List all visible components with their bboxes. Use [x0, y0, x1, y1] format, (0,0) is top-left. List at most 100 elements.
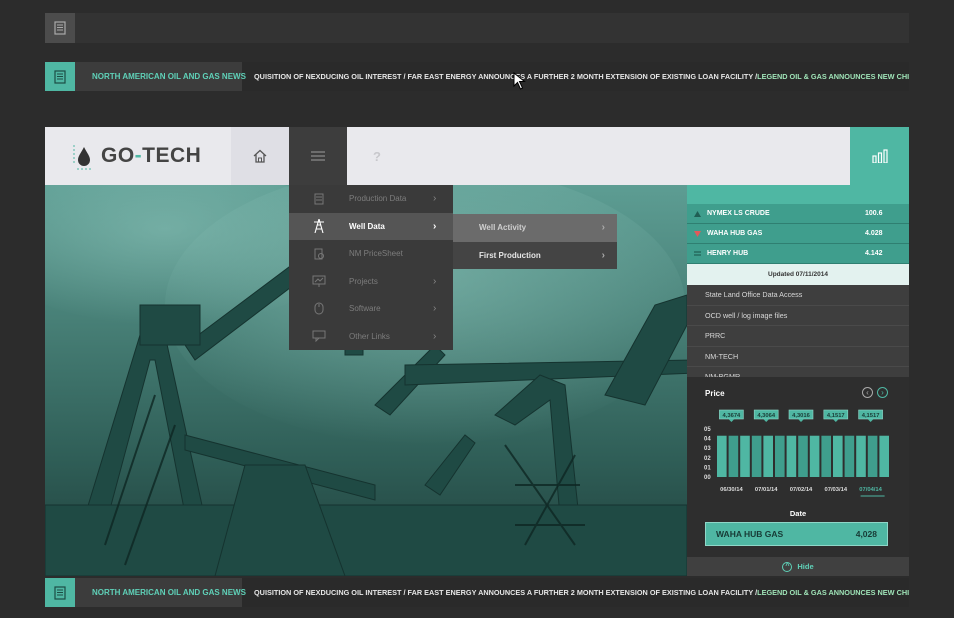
- x-tick-label: 07/03/14: [825, 487, 848, 493]
- x-tick-label: 07/02/14: [790, 487, 813, 493]
- link-ocd-well-log[interactable]: OCD well / log image files: [687, 305, 909, 326]
- price-chart-title: Price: [705, 389, 725, 398]
- data-label: 4,1517: [862, 413, 880, 419]
- help-button[interactable]: ?: [348, 127, 406, 185]
- data-label-pointer: [728, 419, 735, 422]
- ticker-text-white[interactable]: QUISITION OF NEXDUCING OIL INTEREST / FA…: [254, 588, 757, 597]
- home-button[interactable]: [231, 127, 289, 185]
- bar-chart-icon: [871, 149, 888, 163]
- newspaper-icon: [54, 585, 66, 600]
- price-bar: [740, 435, 750, 477]
- chart-toggle-button[interactable]: [850, 127, 909, 190]
- chevron-right-icon: ›: [881, 388, 884, 397]
- price-list: NYMEX LS CRUDE 100.6 WAHA HUB GAS 4.028 …: [687, 204, 909, 388]
- link-nm-tech[interactable]: NM-TECH: [687, 346, 909, 367]
- news-ticker-bottom: NORTH AMERICAN OIL AND GAS NEWS QUISITIO…: [45, 578, 909, 607]
- site-logo[interactable]: GO-TECH: [71, 141, 201, 171]
- link-prrc[interactable]: PRRC: [687, 326, 909, 347]
- submenu-item-well-activity[interactable]: Well Activity ›: [453, 214, 617, 242]
- chart-xaxis-label: Date: [789, 509, 807, 518]
- ticker-text[interactable]: QUISITION OF NEXDUCING OIL INTEREST / FA…: [242, 62, 909, 91]
- well-data-submenu: Well Activity › First Production ›: [453, 214, 617, 269]
- menu-item-software[interactable]: Software ›: [289, 295, 453, 323]
- price-row-waha: WAHA HUB GAS 4.028: [687, 224, 909, 244]
- link-state-land-office[interactable]: State Land Office Data Access: [687, 285, 909, 306]
- price-bar: [833, 435, 843, 477]
- sidebar-top-strip: [687, 185, 909, 204]
- newspaper-icon: [54, 69, 66, 84]
- ticker-text-green[interactable]: LEGEND OIL & GAS ANNOUNCES NEW CHIEF RES…: [757, 588, 909, 597]
- price-bar: [879, 435, 889, 477]
- pricesheet-icon: [314, 248, 324, 260]
- updated-timestamp: Updated 07/11/2014: [687, 264, 909, 285]
- price-name: WAHA HUB GAS: [707, 230, 763, 237]
- chevron-right-icon: ›: [433, 193, 437, 205]
- logo-word-1: GO: [101, 144, 135, 167]
- main-dropdown-menu: Production Data › Well Data › NM PriceSh…: [289, 185, 453, 350]
- menu-item-label: Production Data: [349, 194, 407, 204]
- y-tick-label: 04: [704, 437, 711, 443]
- price-name: NYMEX LS CRUDE: [707, 210, 770, 217]
- y-tick-label: 01: [704, 465, 711, 471]
- menu-item-label: Software: [349, 304, 381, 314]
- price-bar: [728, 435, 739, 477]
- y-tick-label: 05: [704, 427, 711, 433]
- submenu-item-label: First Production: [479, 250, 541, 260]
- price-bar: [763, 435, 773, 477]
- y-tick-label: 03: [704, 446, 711, 452]
- chevron-right-icon: ›: [601, 249, 605, 261]
- chevron-right-icon: ›: [433, 303, 437, 315]
- menu-item-label: NM PriceSheet: [349, 249, 403, 259]
- hide-button[interactable]: ^ Hide: [687, 557, 909, 576]
- menu-item-nm-pricesheet[interactable]: NM PriceSheet: [289, 240, 453, 268]
- price-bar: [867, 435, 878, 477]
- ticker-text-green[interactable]: LEGEND OIL & GAS ANNOUNCES NEW CHIEF RES…: [757, 72, 909, 81]
- price-bar: [775, 435, 785, 477]
- price-bar-chart: 05 04 03 02 01 00 4,3674 4,3064 4,3016 4,1517 4,15…: [704, 409, 889, 497]
- news-ticker-top: NORTH AMERICAN OIL AND GAS NEWS QUISITIO…: [45, 62, 909, 91]
- price-bar: [856, 435, 866, 477]
- data-label-pointer: [798, 419, 804, 422]
- oil-drop-icon: [73, 145, 91, 170]
- x-tick-label: 07/04/14: [859, 487, 882, 493]
- menu-item-label: Well Data: [349, 221, 385, 231]
- ticker-news-button[interactable]: [45, 62, 75, 91]
- newspaper-icon: [54, 21, 66, 35]
- site-header: GO-TECH ?: [45, 127, 909, 190]
- price-bar: [844, 435, 855, 477]
- submenu-item-first-production[interactable]: First Production ›: [453, 241, 617, 269]
- menu-button[interactable]: [289, 127, 347, 185]
- price-bar: [751, 435, 762, 477]
- price-bar: [809, 435, 820, 477]
- y-tick-label: 02: [704, 456, 711, 462]
- market-sidebar: NYMEX LS CRUDE 100.6 WAHA HUB GAS 4.028 …: [687, 185, 909, 576]
- data-label: 4,3064: [757, 413, 776, 419]
- menu-item-production-data[interactable]: Production Data ›: [289, 185, 453, 213]
- price-value: 4.142: [865, 250, 883, 257]
- menu-item-other-links[interactable]: Other Links ›: [289, 322, 453, 350]
- chevron-right-icon: ›: [433, 220, 437, 232]
- selected-series-box[interactable]: WAHA HUB GAS 4,028: [705, 522, 888, 546]
- price-chart-panel: Price ‹ › 05 04 03 02 01 00 4,3674 4,3064 4,3016…: [687, 377, 909, 576]
- ticker-text-white[interactable]: QUISITION OF NEXDUCING OIL INTEREST / FA…: [254, 72, 757, 81]
- main-panel: GO-TECH ? Production Data › Well Data › …: [45, 127, 909, 576]
- chart-prev-button[interactable]: ‹: [862, 387, 873, 398]
- price-bar: [786, 435, 797, 477]
- x-tick-label: 07/01/14: [755, 487, 778, 493]
- chevron-right-icon: ›: [601, 222, 605, 234]
- top-bar: [45, 13, 909, 43]
- ticker-text[interactable]: QUISITION OF NEXDUCING OIL INTEREST / FA…: [242, 578, 909, 607]
- ticker-news-button[interactable]: [45, 578, 75, 607]
- y-tick-label: 00: [704, 475, 711, 481]
- chart-next-button[interactable]: ›: [877, 387, 888, 398]
- data-label: 4,3016: [792, 413, 811, 419]
- logo-wordmark: GO-TECH: [101, 144, 201, 168]
- chevron-right-icon: ›: [433, 330, 437, 342]
- news-button[interactable]: [45, 13, 75, 43]
- chevron-up-circle-icon: ^: [782, 561, 793, 572]
- menu-item-projects[interactable]: Projects ›: [289, 267, 453, 295]
- logo-word-2: TECH: [142, 144, 202, 167]
- chevron-right-icon: ›: [433, 275, 437, 287]
- menu-item-well-data[interactable]: Well Data ›: [289, 212, 453, 240]
- price-value: 4.028: [865, 230, 883, 237]
